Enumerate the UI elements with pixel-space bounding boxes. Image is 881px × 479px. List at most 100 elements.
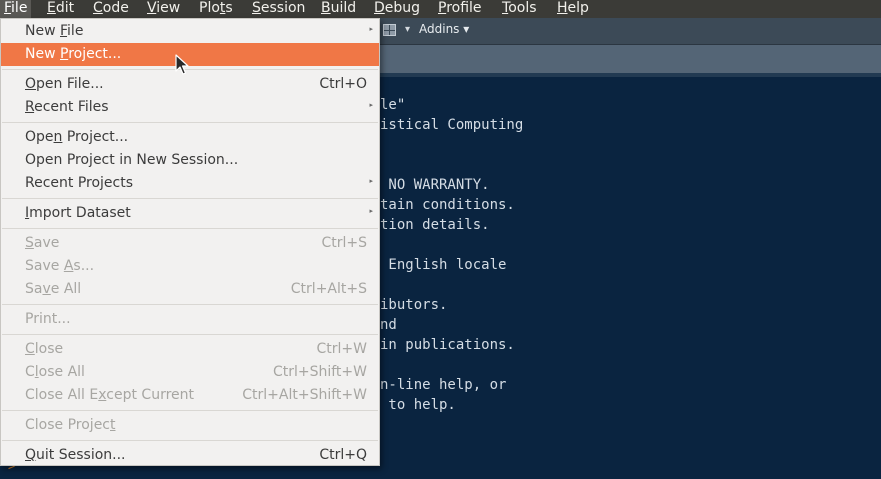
console-line: in publications. — [380, 337, 515, 353]
menu-item-label: Close — [25, 341, 64, 357]
menu-separator — [2, 304, 378, 305]
menu-item-shortcut: Ctrl+Q — [319, 447, 367, 463]
console-line: le" — [380, 97, 406, 113]
menu-item-recent-projects[interactable]: Recent Projects ▸ — [1, 172, 379, 195]
menu-item-shortcut: Ctrl+Alt+Shift+W — [242, 387, 367, 403]
console-line: ibutors. — [380, 297, 448, 313]
menu-item-new-file[interactable]: New File ▸ — [1, 20, 379, 43]
menu-label-mnemonic: F — [4, 0, 12, 16]
menu-item-open-file[interactable]: Open File... Ctrl+O — [1, 73, 379, 96]
menu-item-label: Print... — [25, 311, 71, 327]
console-line: NO WARRANTY. — [380, 177, 490, 193]
menu-item-quit-session[interactable]: Quit Session... Ctrl+Q — [1, 444, 379, 467]
menu-item-label: Recent Projects — [25, 175, 134, 191]
menu-label-post: rofile — [446, 0, 482, 16]
menu-item-print[interactable]: Print... — [1, 308, 379, 331]
menu-tools[interactable]: Tools — [502, 0, 537, 18]
menu-profile[interactable]: Profile — [438, 0, 482, 18]
menu-item-label: Import Dataset — [25, 205, 131, 221]
submenu-arrow-icon: ▸ — [369, 101, 373, 109]
menu-label-mnemonic: E — [47, 0, 56, 16]
menu-label-post: dit — [55, 0, 75, 16]
menu-item-close-all[interactable]: Close All Ctrl+Shift+W — [1, 361, 379, 384]
pane-layout-icon[interactable] — [383, 24, 396, 36]
menu-item-new-project[interactable]: New Project... — [1, 43, 379, 66]
menu-file[interactable]: File — [0, 0, 32, 18]
menu-item-open-project[interactable]: Open Project... — [1, 126, 379, 149]
menu-label-post: ession — [260, 0, 306, 16]
menu-help[interactable]: Help — [557, 0, 589, 18]
menu-label-post: iew — [156, 0, 181, 16]
menu-item-recent-files[interactable]: Recent Files ▸ — [1, 96, 379, 119]
chevron-down-icon: ▾ — [463, 22, 470, 36]
menu-bar: File Edit Code View Plots Session Build … — [0, 0, 881, 18]
menu-item-shortcut: Ctrl+O — [319, 76, 367, 92]
console-line: tion details. — [380, 217, 490, 233]
menu-item-label: Open File... — [25, 76, 104, 92]
menu-item-label: Recent Files — [25, 99, 109, 115]
file-menu-dropdown: New File ▸ New Project... Open File... C… — [0, 18, 380, 466]
menu-item-shortcut: Ctrl+S — [321, 235, 367, 251]
menu-item-label: Quit Session... — [25, 447, 126, 463]
submenu-arrow-icon: ▸ — [369, 207, 373, 215]
menu-separator — [2, 69, 378, 70]
console-line: n-line help, or — [380, 377, 507, 393]
menu-item-label: Open Project... — [25, 129, 129, 145]
menu-item-save[interactable]: Save Ctrl+S — [1, 232, 379, 255]
menu-item-close[interactable]: Close Ctrl+W — [1, 338, 379, 361]
menu-item-label: Close All Except Current — [25, 387, 195, 403]
console-line: nd — [380, 317, 397, 333]
menu-item-label: Open Project in New Session... — [25, 152, 239, 168]
chevron-down-icon[interactable]: ▾ — [405, 24, 410, 35]
menu-item-open-project-new-session[interactable]: Open Project in New Session... — [1, 149, 379, 172]
menu-item-label: New Project... — [25, 46, 122, 62]
menu-view[interactable]: View — [147, 0, 180, 18]
menu-label-pre: Plo — [199, 0, 220, 16]
menu-item-close-all-except-current[interactable]: Close All Except Current Ctrl+Alt+Shift+… — [1, 384, 379, 407]
menu-item-label: New File — [25, 23, 84, 39]
menu-label-mnemonic: B — [321, 0, 331, 16]
menu-label-post: ile — [11, 0, 28, 16]
menu-debug[interactable]: Debug — [374, 0, 420, 18]
menu-label-mnemonic: C — [93, 0, 103, 16]
menu-label-mnemonic: V — [147, 0, 157, 16]
menu-item-label: Save As... — [25, 258, 95, 274]
menu-item-label: Close All — [25, 364, 85, 380]
menu-label-mnemonic: P — [438, 0, 447, 16]
menu-build[interactable]: Build — [321, 0, 356, 18]
console-line: to help. — [380, 397, 456, 413]
addins-dropdown[interactable]: Addins ▾ — [419, 22, 469, 36]
menu-label-post: ebug — [384, 0, 421, 16]
menu-session[interactable]: Session — [252, 0, 305, 18]
console-line: istical Computing — [380, 117, 524, 133]
submenu-arrow-icon: ▸ — [369, 25, 373, 33]
menu-label-post: elp — [567, 0, 589, 16]
console-line: tain conditions. — [380, 197, 515, 213]
menu-label-post: s — [225, 0, 233, 16]
menu-item-import-dataset[interactable]: Import Dataset ▸ — [1, 202, 379, 225]
menu-item-save-all[interactable]: Save All Ctrl+Alt+S — [1, 278, 379, 301]
menu-label-mnemonic: H — [557, 0, 568, 16]
menu-separator — [2, 410, 378, 411]
menu-edit[interactable]: Edit — [47, 0, 74, 18]
menu-item-label: Save All — [25, 281, 82, 297]
mouse-pointer-icon — [175, 54, 189, 75]
menu-item-label: Save — [25, 235, 60, 251]
menu-separator — [2, 334, 378, 335]
menu-item-shortcut: Ctrl+Shift+W — [272, 364, 367, 380]
menu-code[interactable]: Code — [93, 0, 129, 18]
menu-label-mnemonic: S — [252, 0, 261, 16]
menu-item-save-as[interactable]: Save As... — [1, 255, 379, 278]
menu-item-shortcut: Ctrl+W — [316, 341, 367, 357]
menu-separator — [2, 198, 378, 199]
console-line: English locale — [380, 257, 507, 273]
menu-separator — [2, 228, 378, 229]
addins-label: Addins — [419, 22, 460, 36]
menu-label-post: ools — [508, 0, 537, 16]
menu-item-close-project[interactable]: Close Project — [1, 414, 379, 437]
menu-label-mnemonic: D — [374, 0, 385, 16]
menu-item-shortcut: Ctrl+Alt+S — [290, 281, 367, 297]
menu-label-post: uild — [330, 0, 357, 16]
submenu-arrow-icon: ▸ — [369, 177, 373, 185]
menu-plots[interactable]: Plots — [199, 0, 233, 18]
